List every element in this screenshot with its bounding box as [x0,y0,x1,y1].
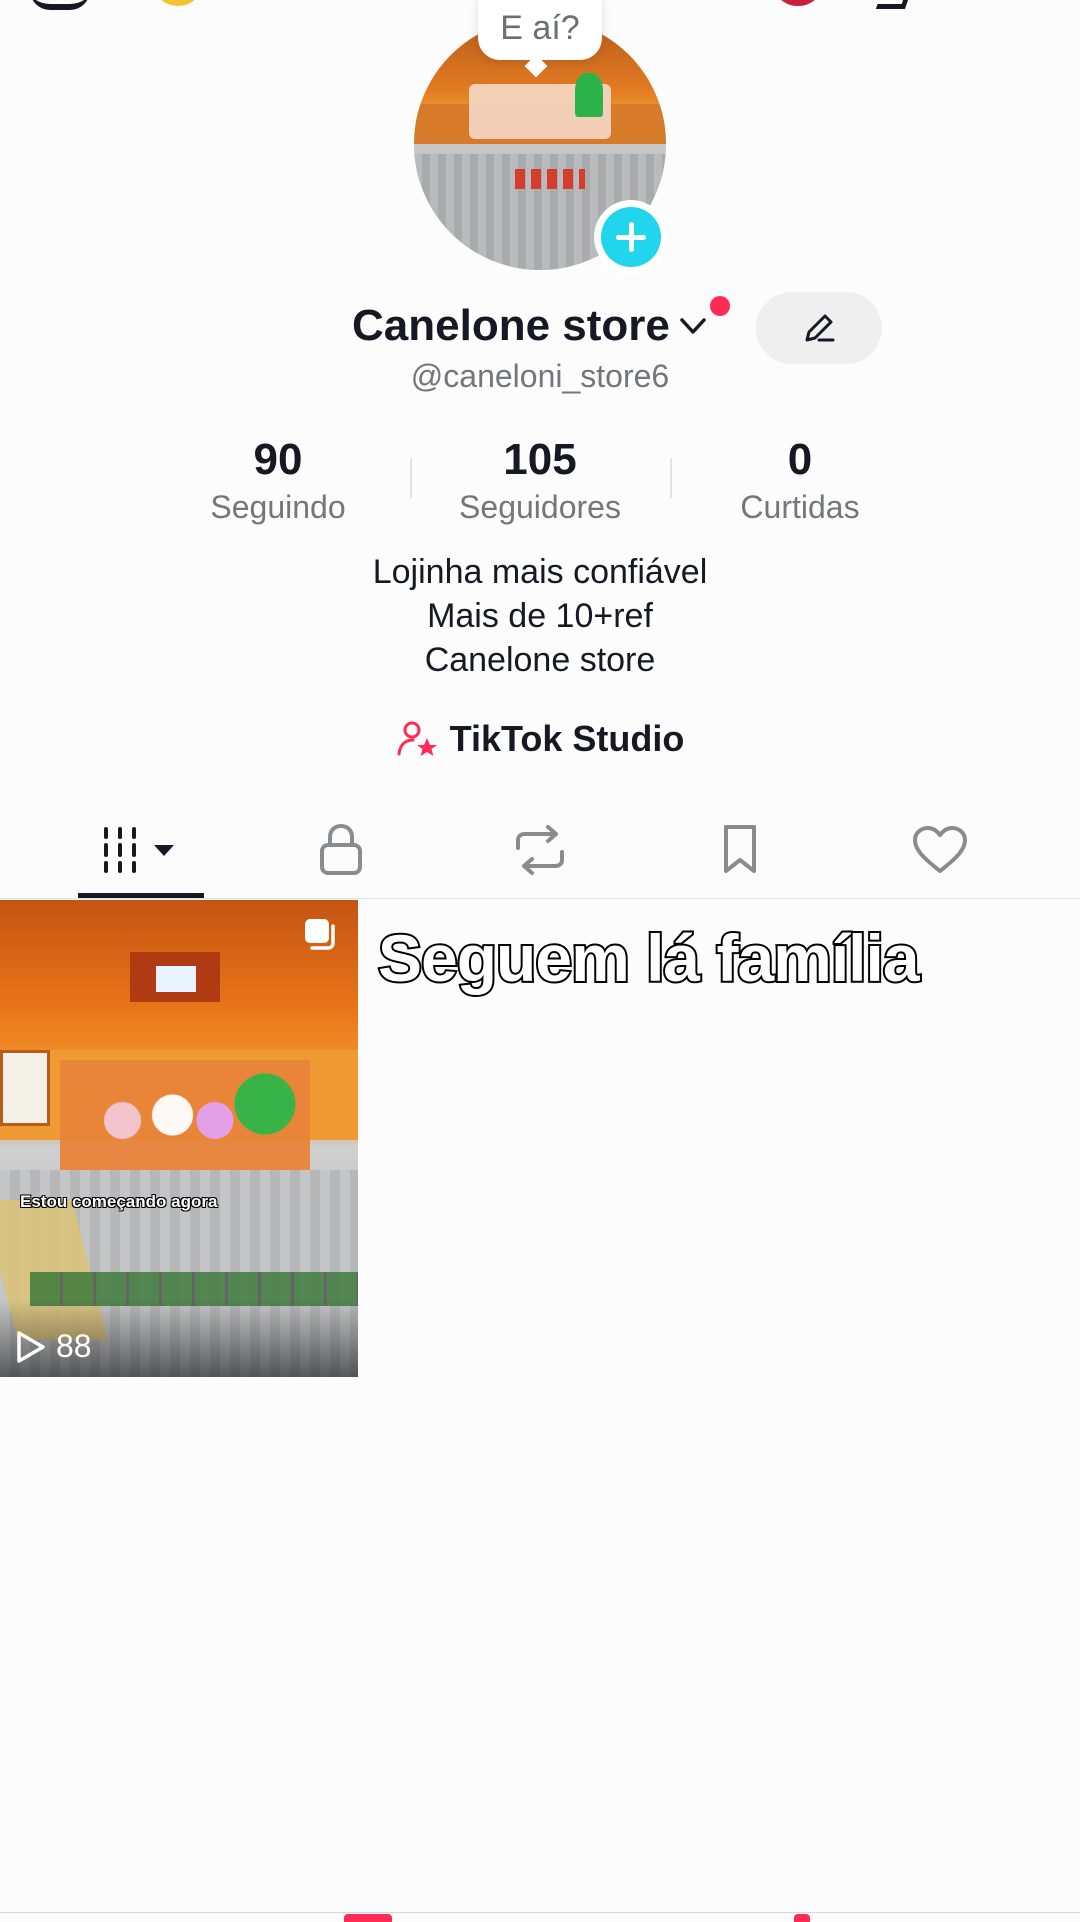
top-left-partial-icon[interactable] [30,0,90,10]
lock-icon [320,823,362,875]
stat-likes[interactable]: 0 Curtidas [670,434,930,528]
bio-line: Mais de 10+ref [427,597,653,635]
video-caption: Estou começando agora [20,1192,218,1211]
grid-icon [104,827,174,873]
multi-photo-icon [305,919,335,950]
username-handle: @caneloni_store6 [410,358,670,394]
profile-name: Canelone store [352,301,670,350]
overlay-text: Seguem lá família [376,919,922,997]
pencil-icon [805,314,835,342]
bottom-nav-divider [0,1912,1080,1913]
edit-profile-button[interactable] [756,292,882,364]
account-switcher[interactable]: Canelone store [352,298,708,354]
note-text: E aí? [500,9,580,47]
notification-icon[interactable] [776,0,820,6]
bottom-nav-partial [794,1914,810,1922]
tab-videos[interactable] [71,815,211,885]
view-count-value: 88 [56,1328,92,1364]
stat-label: Seguidores [459,489,621,525]
notification-dot [710,296,730,316]
stat-label: Seguindo [210,489,346,525]
stat-followers[interactable]: 105 Seguidores [410,434,670,528]
tabs-divider [0,898,1080,899]
view-count: 88 [14,1328,92,1365]
stat-label: Curtidas [740,489,860,525]
bio-line: Canelone store [424,641,656,679]
tiktok-studio-link[interactable]: TikTok Studio [0,718,1080,760]
emoji-icon[interactable] [158,0,198,6]
video-thumbnail[interactable]: Estou começando agora 88 [0,900,358,1377]
bookmark-icon [724,825,756,873]
studio-label: TikTok Studio [449,718,685,759]
repost-icon [516,825,564,875]
heart-icon [913,826,967,873]
creator-star-icon [397,721,437,756]
stat-value: 90 [253,435,303,484]
stat-value: 0 [787,435,813,484]
plus-icon [601,207,661,267]
tab-private[interactable] [271,815,411,885]
menu-partial-icon[interactable] [875,0,914,9]
tab-reposts[interactable] [470,815,610,885]
stat-following[interactable]: 90 Seguindo [148,434,408,528]
bio-line: Lojinha mais confiável [372,553,708,591]
play-icon [17,1330,45,1363]
note-bubble[interactable]: E aí? [478,0,602,60]
bottom-nav-partial [344,1914,392,1922]
add-story-button[interactable] [594,200,668,274]
stat-value: 105 [503,435,577,484]
tab-saved[interactable] [670,815,810,885]
tab-liked[interactable] [870,815,1010,885]
chevron-down-icon [680,318,706,334]
